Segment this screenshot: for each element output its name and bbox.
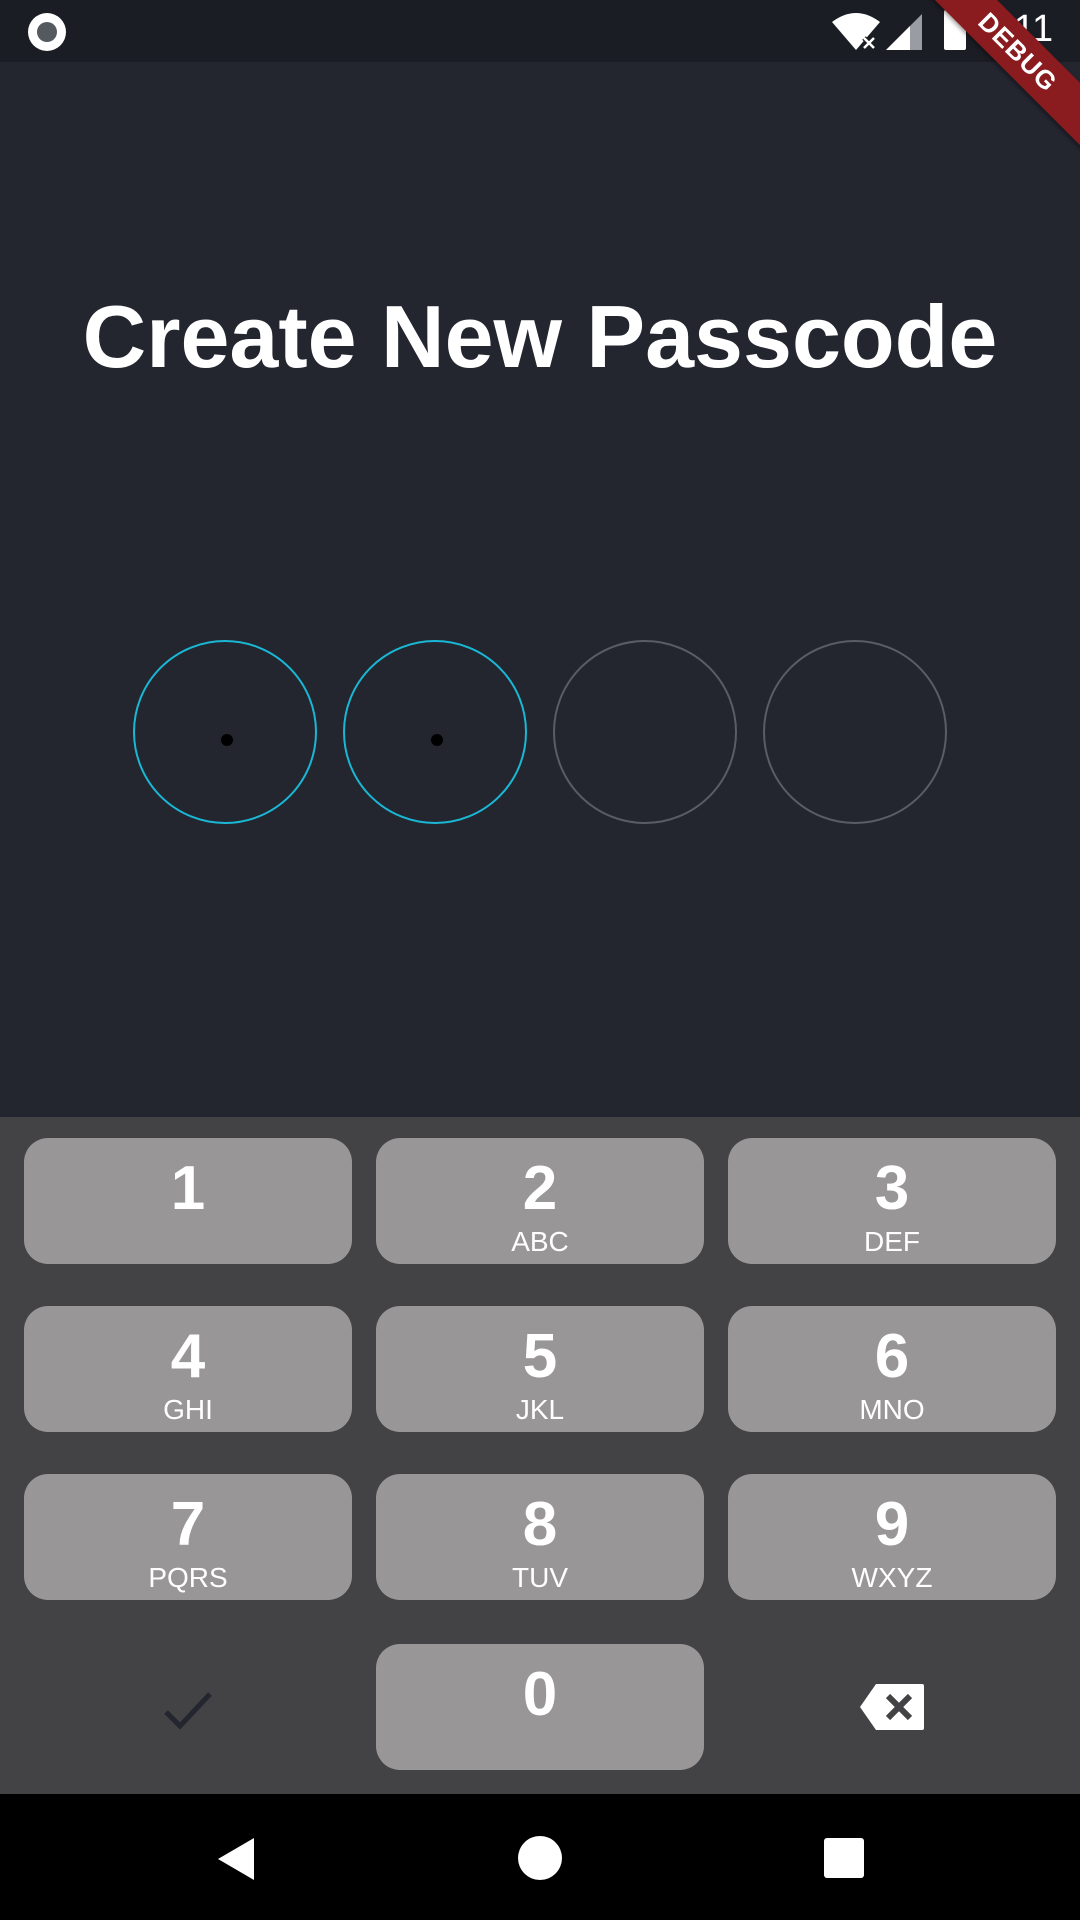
key-letters: WXYZ (851, 1562, 933, 1593)
key-digit: 9 (874, 1490, 910, 1559)
passcode-digit-filled (343, 640, 527, 824)
key-digit: 0 (522, 1660, 558, 1729)
key-3[interactable]: 3 DEF (728, 1138, 1056, 1264)
status-bar: 6:11 (0, 0, 1080, 62)
key-5[interactable]: 5 JKL (376, 1306, 704, 1432)
key-letters: MNO (859, 1394, 925, 1425)
key-letters: GHI (163, 1394, 213, 1425)
navigation-bar (0, 1794, 1080, 1920)
signal-icon (886, 14, 922, 50)
passcode-indicator (0, 640, 1080, 826)
key-letters: PQRS (148, 1562, 228, 1593)
key-letters: JKL (515, 1394, 565, 1425)
key-9[interactable]: 9 WXYZ (728, 1474, 1056, 1600)
key-digit: 5 (522, 1322, 558, 1391)
key-digit: 2 (522, 1154, 558, 1223)
passcode-digit-empty (553, 640, 737, 824)
check-icon[interactable] (160, 1682, 216, 1738)
key-digit: 4 (170, 1322, 206, 1391)
key-7[interactable]: 7 PQRS (24, 1474, 352, 1600)
back-icon[interactable] (214, 1836, 258, 1882)
key-digit: 8 (522, 1490, 558, 1559)
key-0[interactable]: 0 (376, 1644, 704, 1770)
key-letters: ABC (511, 1226, 569, 1257)
key-1[interactable]: 1 (24, 1138, 352, 1264)
key-2[interactable]: 2 ABC (376, 1138, 704, 1264)
key-4[interactable]: 4 GHI (24, 1306, 352, 1432)
backspace-icon[interactable] (858, 1682, 926, 1732)
passcode-digit-filled (133, 640, 317, 824)
wifi-icon (832, 13, 880, 50)
passcode-screen: 6:11 DEBUG Create New Passcode 1 2 ABC 3… (0, 0, 1080, 1920)
key-digit: 7 (170, 1490, 206, 1559)
key-digit: 1 (170, 1154, 206, 1223)
key-letters: TUV (512, 1562, 568, 1593)
recents-icon[interactable] (824, 1838, 864, 1878)
page-title: Create New Passcode (82, 287, 998, 386)
passcode-dot (221, 734, 233, 746)
key-8[interactable]: 8 TUV (376, 1474, 704, 1600)
key-letters: DEF (864, 1226, 920, 1257)
key-digit: 6 (874, 1322, 910, 1391)
record-icon (28, 13, 66, 51)
home-icon[interactable] (518, 1836, 562, 1880)
passcode-dot (431, 734, 443, 746)
key-6[interactable]: 6 MNO (728, 1306, 1056, 1432)
key-digit: 3 (874, 1154, 910, 1223)
passcode-digit-empty (763, 640, 947, 824)
